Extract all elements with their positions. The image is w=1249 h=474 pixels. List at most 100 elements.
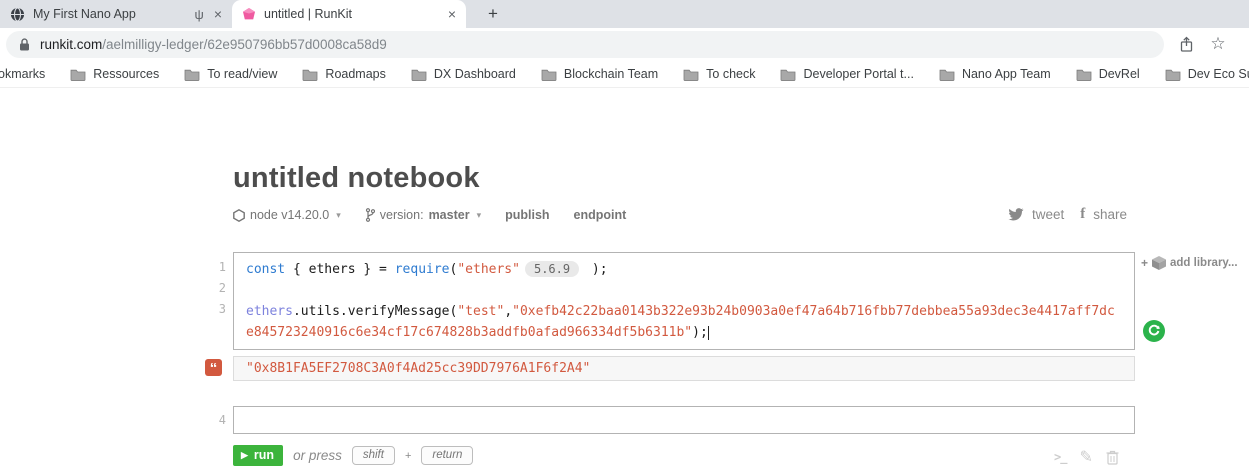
- usb-device-icon: ψ: [195, 7, 204, 22]
- bookmark-item[interactable]: To check: [683, 67, 755, 81]
- refresh-icon: [1147, 324, 1161, 338]
- refresh-button[interactable]: [1143, 320, 1165, 342]
- node-version-dropdown[interactable]: node v14.20.0 ▾: [233, 208, 341, 222]
- code-segment-keyword: const: [246, 262, 285, 277]
- code-segment-plain: );: [692, 325, 708, 340]
- play-icon: ▶: [241, 450, 248, 461]
- bookmark-item[interactable]: Ressources: [70, 67, 159, 81]
- url-path: /aelmilligy-ledger/62e950796bb57d0008ca5…: [102, 37, 386, 52]
- folder-icon: [302, 68, 318, 81]
- close-tab-icon[interactable]: ×: [448, 7, 456, 21]
- bookmark-item[interactable]: DevRel: [1076, 67, 1140, 81]
- tab-strip: My First Nano App ψ × untitled | RunKit …: [0, 0, 1249, 28]
- folder-icon: [1165, 68, 1181, 81]
- pencil-icon[interactable]: ✎: [1079, 447, 1092, 467]
- chevron-down-icon: ▾: [336, 210, 341, 221]
- line-number: 4: [196, 413, 226, 427]
- package-cube-icon: [1151, 255, 1167, 271]
- code-segment-pill: 5.6.9: [525, 261, 579, 277]
- bookmark-item[interactable]: okmarks: [0, 67, 45, 81]
- bookmark-item[interactable]: Roadmaps: [302, 67, 385, 81]
- plus-icon: +: [1141, 256, 1148, 270]
- node-hexagon-icon: [233, 209, 245, 222]
- bookmark-item[interactable]: Dev Eco Support: [1165, 67, 1249, 81]
- bookmark-label: To check: [706, 67, 755, 81]
- cell-action-icons: >_ ✎: [1054, 447, 1119, 467]
- facebook-icon[interactable]: f: [1080, 206, 1085, 223]
- code-line-1: const { ethers } = require("ethers"5.6.9…: [246, 259, 1122, 280]
- run-controls: ▶ run or press shift + return: [233, 445, 473, 466]
- bookmark-label: Blockchain Team: [564, 67, 658, 81]
- code-editor-cell[interactable]: const { ethers } = require("ethers"5.6.9…: [233, 252, 1135, 350]
- code-segment-variable: ethers: [246, 304, 293, 319]
- code-segment-cursor: [708, 326, 709, 340]
- folder-icon: [1076, 68, 1092, 81]
- or-press-label: or press: [293, 448, 342, 463]
- chevron-down-icon: ▾: [477, 210, 482, 221]
- url-domain: runkit.com: [40, 37, 102, 52]
- tab-runkit[interactable]: untitled | RunKit ×: [232, 0, 466, 28]
- share-link[interactable]: share: [1093, 207, 1127, 222]
- folder-icon: [541, 68, 557, 81]
- tab-title: untitled | RunKit: [264, 7, 448, 21]
- bookmark-item[interactable]: Developer Portal t...: [780, 67, 913, 81]
- bookmark-label: To read/view: [207, 67, 277, 81]
- plus-separator: +: [405, 450, 411, 462]
- bookmark-label: Developer Portal t...: [803, 67, 913, 81]
- output-row: "0x8B1FA5EF2708C3A0f4Ad25cc39DD7976A1F6f…: [233, 356, 1135, 381]
- node-version-label: node v14.20.0: [250, 208, 329, 222]
- folder-icon: [683, 68, 699, 81]
- twitter-icon[interactable]: [1008, 208, 1024, 221]
- url-text: runkit.com/aelmilligy-ledger/62e950796bb…: [40, 37, 387, 52]
- bookmark-item[interactable]: Nano App Team: [939, 67, 1051, 81]
- new-tab-button[interactable]: +: [482, 3, 504, 25]
- string-output-badge: “: [205, 359, 222, 376]
- version-dropdown[interactable]: version: master ▾: [365, 208, 481, 222]
- terminal-icon[interactable]: >_: [1054, 450, 1066, 464]
- code-segment-string: "test": [457, 304, 504, 319]
- empty-code-cell[interactable]: [233, 406, 1135, 434]
- browser-toolbar: runkit.com/aelmilligy-ledger/62e950796bb…: [0, 28, 1249, 61]
- notebook-title[interactable]: untitled notebook: [233, 162, 480, 195]
- trash-icon[interactable]: [1106, 450, 1119, 465]
- line-number: 1: [196, 260, 226, 274]
- run-button[interactable]: ▶ run: [233, 445, 283, 466]
- return-keycap: return: [421, 446, 473, 465]
- notebook-meta-row: node v14.20.0 ▾ version: master ▾ publis…: [233, 208, 626, 222]
- bookmark-label: okmarks: [0, 67, 45, 81]
- bookmark-label: Ressources: [93, 67, 159, 81]
- tab-my-first-nano-app[interactable]: My First Nano App ψ ×: [0, 0, 232, 28]
- close-tab-icon[interactable]: ×: [214, 7, 222, 21]
- globe-icon: [10, 7, 25, 22]
- social-links: tweet f share: [1008, 206, 1135, 223]
- bookmark-item[interactable]: Blockchain Team: [541, 67, 658, 81]
- code-line-3: ethers.utils.verifyMessage("test","0xefb…: [246, 301, 1122, 343]
- folder-icon: [70, 68, 86, 81]
- bookmark-label: Nano App Team: [962, 67, 1051, 81]
- bookmark-star-icon[interactable]: ☆: [1208, 34, 1228, 54]
- folder-icon: [939, 68, 955, 81]
- code-segment-plain: { ethers } =: [285, 262, 395, 277]
- bookmark-item[interactable]: DX Dashboard: [411, 67, 516, 81]
- folder-icon: [411, 68, 427, 81]
- address-bar[interactable]: runkit.com/aelmilligy-ledger/62e950796bb…: [6, 31, 1164, 58]
- line-number: 2: [196, 281, 226, 295]
- folder-icon: [184, 68, 200, 81]
- line-number: 3: [196, 302, 226, 316]
- git-branch-icon: [365, 208, 375, 222]
- add-library-button[interactable]: + add library...: [1141, 255, 1238, 271]
- endpoint-button[interactable]: endpoint: [574, 208, 627, 222]
- browser-window: My First Nano App ψ × untitled | RunKit …: [0, 0, 1249, 474]
- code-segment-plain: .utils.verifyMessage(: [293, 304, 457, 319]
- add-library-label: add library...: [1170, 257, 1238, 269]
- publish-button[interactable]: publish: [505, 208, 549, 222]
- bookmark-label: Roadmaps: [325, 67, 385, 81]
- shift-keycap: shift: [352, 446, 395, 465]
- code-segment-string: "ethers": [457, 262, 520, 277]
- bookmark-item[interactable]: To read/view: [184, 67, 277, 81]
- tweet-link[interactable]: tweet: [1032, 207, 1064, 222]
- code-segment-plain: );: [584, 262, 607, 277]
- code-segment-plain: ,: [504, 304, 512, 319]
- folder-icon: [780, 68, 796, 81]
- share-page-icon[interactable]: [1176, 34, 1196, 54]
